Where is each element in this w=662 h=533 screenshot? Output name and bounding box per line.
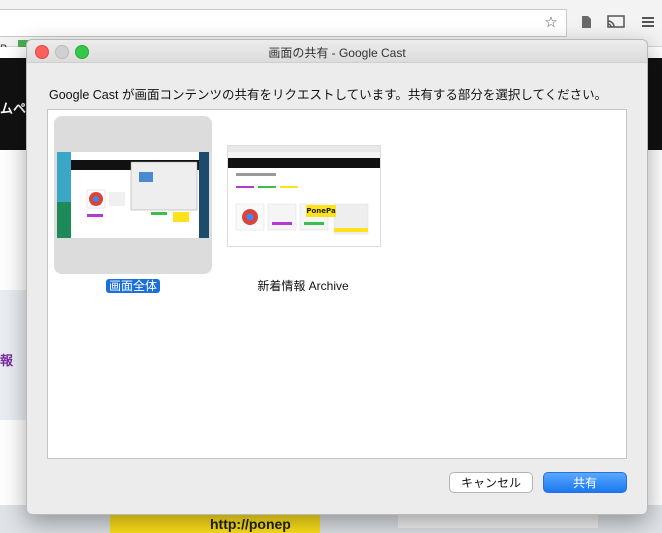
source-picker-panel: 画面全体 PonePa 新着情報 Archive — [47, 109, 627, 459]
background-text: ムペ — [0, 101, 27, 116]
background-url-text: http://ponep — [210, 516, 291, 532]
source-entire-screen-label[interactable]: 画面全体 — [54, 277, 212, 294]
window-thumbnail: PonePa — [227, 145, 381, 247]
cancel-button[interactable]: キャンセル — [449, 472, 533, 493]
source-label-text: 画面全体 — [105, 279, 160, 293]
dialog-titlebar: 画面の共有 - Google Cast — [27, 40, 647, 63]
menu-icon[interactable] — [638, 12, 658, 32]
star-icon[interactable]: ☆ — [541, 12, 561, 32]
share-button[interactable]: 共有 — [543, 472, 627, 493]
dialog-prompt: Google Cast が画面コンテンツの共有をリクエストしています。共有する部… — [49, 88, 608, 102]
evernote-extension-icon[interactable] — [576, 12, 596, 32]
dialog-title: 画面の共有 - Google Cast — [268, 46, 406, 60]
share-screen-dialog: 画面の共有 - Google Cast Google Cast が画面コンテンツ… — [26, 39, 648, 515]
cast-icon[interactable] — [606, 12, 626, 32]
source-entire-screen[interactable] — [54, 116, 212, 274]
source-window-archive[interactable]: PonePa — [224, 116, 382, 274]
screen-thumbnail — [57, 152, 209, 238]
ponepa-logo: PonePa — [306, 205, 336, 217]
source-label-text: 新着情報 Archive — [257, 279, 349, 293]
address-bar[interactable] — [0, 9, 567, 37]
background-banner: http://ponep — [110, 514, 320, 533]
source-window-archive-label[interactable]: 新着情報 Archive — [224, 277, 382, 294]
background-text: 報 — [0, 353, 14, 368]
